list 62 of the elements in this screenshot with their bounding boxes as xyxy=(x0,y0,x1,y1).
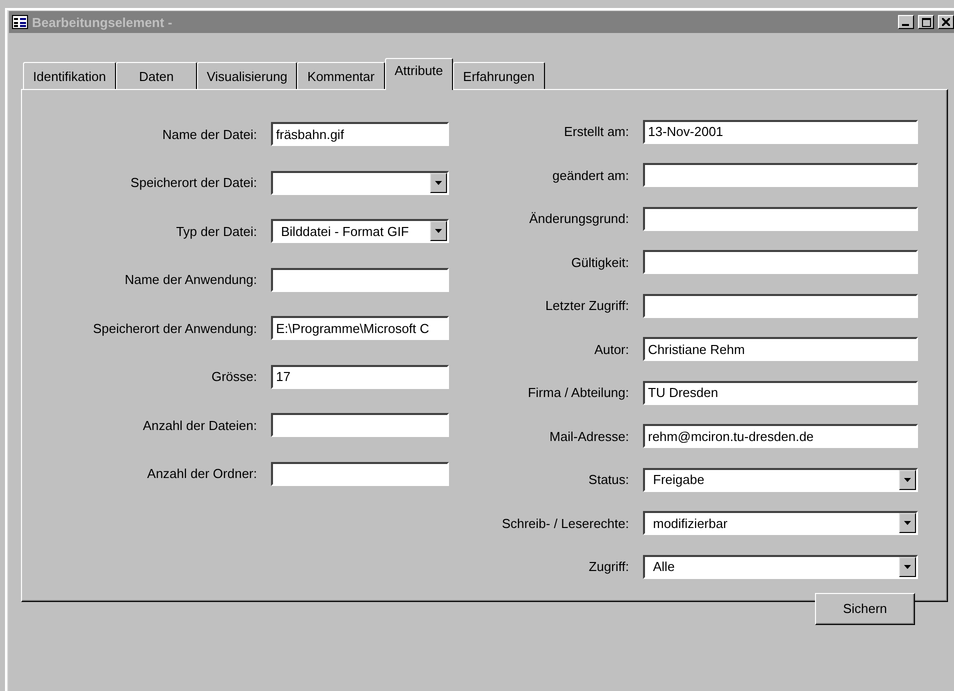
input-field[interactable]: rehm@mciron.tu-dresden.de xyxy=(643,424,918,448)
dropdown-button[interactable] xyxy=(430,221,447,242)
caret-icon xyxy=(904,521,911,526)
input-field[interactable] xyxy=(643,250,918,274)
tab[interactable]: Attribute xyxy=(384,58,454,90)
tab[interactable]: Erfahrungen xyxy=(453,62,545,89)
save-button[interactable]: Sichern xyxy=(815,592,915,624)
field-label: Gültigkeit: xyxy=(570,254,629,270)
field-label: Status: xyxy=(588,472,629,488)
tab[interactable]: Kommentar xyxy=(297,62,385,89)
input-field[interactable] xyxy=(271,462,449,486)
field-label: Autor: xyxy=(593,342,629,357)
field-label: Zugriff: xyxy=(588,559,629,574)
input-field[interactable] xyxy=(643,163,918,188)
dropdown-field[interactable]: Bilddatei - Format GIF xyxy=(271,219,449,244)
field-label: Änderungsgrund: xyxy=(528,211,629,226)
tab[interactable]: Identifikation xyxy=(23,62,116,89)
maximize-icon xyxy=(922,18,930,26)
input-field[interactable] xyxy=(643,206,918,231)
input-field[interactable]: fräsbahn.gif xyxy=(271,122,449,146)
caret-icon xyxy=(435,229,442,234)
tab[interactable]: Visualisierung xyxy=(196,62,298,89)
dropdown-field[interactable]: Alle xyxy=(643,554,918,579)
input-field[interactable] xyxy=(271,268,449,292)
field-label: Erstellt am: xyxy=(562,124,629,140)
dropdown-button[interactable] xyxy=(899,556,916,577)
dropdown-button[interactable] xyxy=(899,470,916,490)
dropdown-button[interactable] xyxy=(899,513,916,534)
input-field[interactable] xyxy=(643,294,918,318)
dropdown-field[interactable]: modifizierbar xyxy=(643,511,918,536)
field-label: Anzahl der Ordner: xyxy=(146,466,257,482)
field-label: Schreib- / Leserechte: xyxy=(500,516,629,531)
field-label: Mail-Adresse: xyxy=(548,428,629,444)
close-button[interactable] xyxy=(938,15,954,29)
caret-icon xyxy=(904,478,911,482)
input-field[interactable] xyxy=(271,413,449,438)
dropdown-field[interactable] xyxy=(271,170,449,195)
field-label: geändert am: xyxy=(551,168,629,183)
field-label: Letzter Zugriff: xyxy=(544,298,629,314)
field-label: Name der Datei: xyxy=(161,126,257,142)
field-label: Name der Anwendung: xyxy=(124,272,257,288)
field-label: Speicherort der Datei: xyxy=(130,175,257,190)
input-field[interactable]: E:\Programme\Microsoft C xyxy=(271,316,449,340)
close-icon xyxy=(942,18,950,26)
field-label: Grösse: xyxy=(210,369,257,384)
caret-icon xyxy=(904,564,911,569)
field-label: Speicherort der Anwendung: xyxy=(92,320,257,336)
minimize-button[interactable] xyxy=(898,15,914,29)
input-field[interactable]: TU Dresden xyxy=(643,380,918,405)
caret-icon xyxy=(435,180,442,185)
maximize-button[interactable] xyxy=(918,15,934,29)
input-field[interactable]: Christiane Rehm xyxy=(643,337,918,362)
field-label: Typ der Datei: xyxy=(175,224,257,239)
field-label: Anzahl der Dateien: xyxy=(142,418,257,433)
dropdown-field[interactable]: Freigabe xyxy=(643,468,918,492)
input-field[interactable]: 13-Nov-2001 xyxy=(643,120,918,144)
form-icon xyxy=(12,15,28,29)
input-field[interactable]: 17 xyxy=(271,364,449,389)
field-label: Firma / Abteilung: xyxy=(526,385,629,400)
tab[interactable]: Daten xyxy=(116,62,197,89)
dropdown-button[interactable] xyxy=(430,172,447,193)
window-title: Bearbeitungselement - xyxy=(32,14,174,30)
